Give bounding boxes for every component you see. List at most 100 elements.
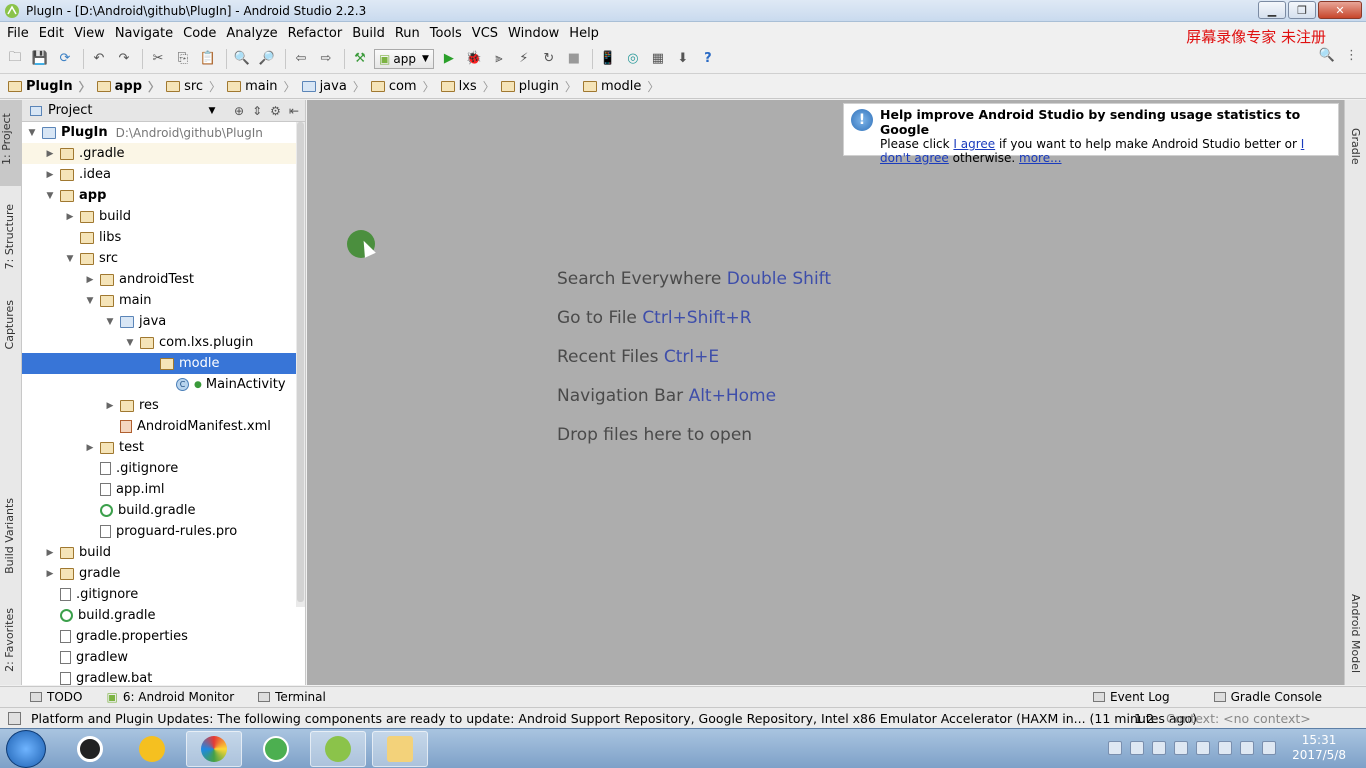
gradle-console-tab[interactable]: Gradle Console	[1213, 690, 1322, 704]
tree-item-app[interactable]: ▼ app	[22, 185, 305, 206]
clock[interactable]: 15:31 2017/5/8	[1292, 733, 1346, 763]
scroll-from-source-icon[interactable]: ⊕	[234, 104, 244, 118]
collapse-all-icon[interactable]: ⇕	[252, 104, 262, 118]
tab-android-model[interactable]: Android Model	[1349, 594, 1362, 673]
tray-app-icon[interactable]	[1152, 741, 1167, 755]
status-message[interactable]: Platform and Plugin Updates: The followi…	[31, 711, 1197, 726]
agree-link[interactable]: I agree	[953, 137, 995, 151]
menu-analyze[interactable]: Analyze	[221, 26, 282, 41]
menu-refactor[interactable]: Refactor	[283, 26, 348, 41]
crumb-app[interactable]: app 〉	[96, 78, 166, 95]
project-view-select[interactable]: Project	[48, 103, 92, 118]
menu-file[interactable]: File	[2, 26, 34, 41]
tree-item-main-activity[interactable]: C ● MainActivity	[22, 374, 305, 395]
gear-icon[interactable]: ⚙	[270, 104, 281, 118]
forward-icon[interactable]: ⇨	[315, 48, 337, 70]
crumb-main[interactable]: main 〉	[227, 78, 302, 95]
undo-icon[interactable]: ↶	[88, 48, 110, 70]
menu-help[interactable]: Help	[564, 26, 604, 41]
rerun-icon[interactable]: ↻	[538, 48, 560, 70]
open-folder-icon[interactable]: 🗀	[4, 48, 26, 70]
tree-item-android-test[interactable]: ▶ androidTest	[22, 269, 305, 290]
tree-item-build[interactable]: ▶ build	[22, 542, 305, 563]
run-icon[interactable]: ▶	[438, 48, 460, 70]
tree-item-java[interactable]: ▼ java	[22, 311, 305, 332]
tree-item-gradlew-bat[interactable]: gradlew.bat	[22, 668, 305, 685]
cut-icon[interactable]: ✂	[147, 48, 169, 70]
sdk-manager-icon[interactable]: ⬇	[672, 48, 694, 70]
tree-item-manifest[interactable]: AndroidManifest.xml	[22, 416, 305, 437]
taskbar-app-3[interactable]	[186, 731, 242, 767]
menu-build[interactable]: Build	[347, 26, 390, 41]
tab-build-variants[interactable]: Build Variants	[3, 498, 16, 574]
tree-item-app-build[interactable]: ▶ build	[22, 206, 305, 227]
project-scrollbar[interactable]	[296, 122, 305, 607]
menu-navigate[interactable]: Navigate	[110, 26, 178, 41]
project-structure-icon[interactable]: ▦	[647, 48, 669, 70]
tab-gradle[interactable]: Gradle	[1349, 128, 1362, 165]
tree-item-app-gitignore[interactable]: .gitignore	[22, 458, 305, 479]
taskbar-app-4[interactable]	[248, 731, 304, 767]
sync-gradle-icon[interactable]: ◎	[622, 48, 644, 70]
tree-item-app-build-gradle[interactable]: build.gradle	[22, 500, 305, 521]
tree-item-gitignore[interactable]: .gitignore	[22, 584, 305, 605]
redo-icon[interactable]: ↷	[113, 48, 135, 70]
taskbar-app-2[interactable]	[124, 731, 180, 767]
help-icon[interactable]: ?	[697, 48, 719, 70]
save-icon[interactable]: 💾	[29, 48, 51, 70]
tray-monitor-icon[interactable]	[1174, 741, 1189, 755]
taskbar-qq[interactable]	[62, 731, 118, 767]
tray-device-icon[interactable]	[1218, 741, 1233, 755]
menu-run[interactable]: Run	[390, 26, 425, 41]
tree-item-gradlew[interactable]: gradlew	[22, 647, 305, 668]
tray-security-icon[interactable]	[1196, 741, 1211, 755]
tray-input-icon[interactable]	[1108, 741, 1123, 755]
hide-panel-icon[interactable]: ⇤	[289, 104, 299, 118]
android-monitor-tab[interactable]: ▣ 6: Android Monitor	[106, 690, 234, 704]
editor-empty-area[interactable]: Search Everywhere Double Shift Go to Fil…	[307, 100, 1344, 685]
toolbar-more-icon[interactable]: ⋮	[1345, 48, 1358, 63]
event-log-tab[interactable]: Event Log	[1093, 690, 1170, 704]
tree-item-gradle-dir[interactable]: ▶ .gradle	[22, 143, 305, 164]
minimize-button[interactable]: ▁	[1258, 1, 1286, 19]
chevron-down-icon[interactable]: ▼	[208, 106, 215, 116]
back-icon[interactable]: ⇦	[290, 48, 312, 70]
tree-item-package[interactable]: ▼ com.lxs.plugin	[22, 332, 305, 353]
tree-item-src[interactable]: ▼ src	[22, 248, 305, 269]
tree-item-app-iml[interactable]: app.iml	[22, 479, 305, 500]
menu-tools[interactable]: Tools	[425, 26, 467, 41]
stop-icon[interactable]: ■	[563, 48, 585, 70]
sync-icon[interactable]: ⟳	[54, 48, 76, 70]
tree-item-gradle-properties[interactable]: gradle.properties	[22, 626, 305, 647]
todo-tab[interactable]: TODO	[30, 690, 82, 704]
menu-vcs[interactable]: VCS	[467, 26, 503, 41]
tree-item-gradle[interactable]: ▶ gradle	[22, 563, 305, 584]
tree-item-res[interactable]: ▶ res	[22, 395, 305, 416]
tab-structure[interactable]: 7: Structure	[3, 204, 16, 269]
tree-item-main[interactable]: ▼ main	[22, 290, 305, 311]
crumb-plugin-pkg[interactable]: plugin 〉	[500, 78, 583, 95]
tree-item-libs[interactable]: libs	[22, 227, 305, 248]
maximize-button[interactable]: ❐	[1288, 1, 1316, 19]
tree-item-plugin[interactable]: ▼ PlugIn D:\Android\github\PlugIn	[22, 122, 305, 143]
attach-debugger-icon[interactable]: ⫸	[488, 48, 510, 70]
crumb-modle[interactable]: modle 〉	[582, 78, 666, 95]
find-icon[interactable]: 🔍	[231, 48, 253, 70]
tree-item-idea[interactable]: ▶ .idea	[22, 164, 305, 185]
crumb-java[interactable]: java 〉	[301, 78, 371, 95]
tree-item-proguard[interactable]: proguard-rules.pro	[22, 521, 305, 542]
run-config-select[interactable]: ▣ app ▼	[374, 48, 434, 69]
debug-icon[interactable]: 🐞	[463, 48, 485, 70]
tab-captures[interactable]: Captures	[3, 300, 16, 349]
crumb-lxs[interactable]: lxs 〉	[440, 78, 501, 95]
apply-changes-icon[interactable]: ⚡	[513, 48, 535, 70]
replace-icon[interactable]: 🔎	[256, 48, 278, 70]
volume-icon[interactable]	[1262, 741, 1277, 755]
more-link[interactable]: more...	[1019, 151, 1062, 165]
avd-manager-icon[interactable]: 📱	[597, 48, 619, 70]
make-project-icon[interactable]: ⚒	[349, 48, 371, 70]
tree-item-test[interactable]: ▶ test	[22, 437, 305, 458]
caret-position[interactable]: 1:2	[1134, 711, 1154, 726]
menu-window[interactable]: Window	[503, 26, 564, 41]
crumb-src[interactable]: src 〉	[166, 78, 227, 95]
